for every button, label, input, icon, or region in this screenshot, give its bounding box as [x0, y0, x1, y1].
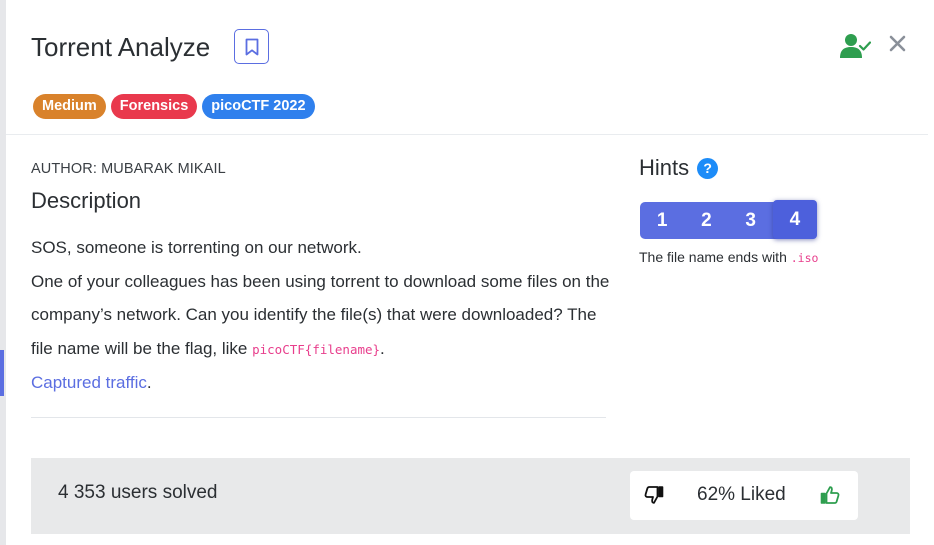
users-solved-count: 4 353 users solved	[58, 482, 218, 503]
link-punctuation: .	[146, 373, 152, 392]
question-circle-icon[interactable]: ?	[697, 157, 719, 179]
stats-panel: 4 353 users solved 62% Liked	[31, 458, 910, 534]
hint-tab-1[interactable]: 1	[640, 202, 684, 239]
description-body: SOS, someone is torrenting on our networ…	[31, 231, 621, 400]
category-tag[interactable]: Forensics	[110, 94, 198, 119]
hint-tab-3[interactable]: 3	[729, 202, 773, 239]
description-divider	[31, 417, 606, 418]
event-tag[interactable]: picoCTF 2022	[202, 94, 315, 119]
backdrop-selected-indicator	[0, 350, 4, 396]
captured-traffic-link[interactable]: Captured traffic	[31, 373, 147, 392]
like-percentage: 62% Liked	[697, 484, 786, 505]
author-label: AUTHOR: MUBARAK MIKAIL	[31, 161, 226, 177]
thumbs-down-icon[interactable]	[644, 485, 664, 505]
challenge-tags: Medium Forensics picoCTF 2022	[33, 94, 315, 119]
bookmark-button[interactable]	[234, 29, 269, 64]
captured-traffic-line: Captured traffic.	[31, 366, 621, 400]
bookmark-icon	[245, 38, 258, 55]
hint-tab-2[interactable]: 2	[684, 202, 728, 239]
hint-text: The file name ends with	[639, 249, 791, 265]
hints-title: Hints	[639, 155, 690, 180]
hint-tabs: 1 2 3 4	[640, 200, 817, 239]
user-check-icon[interactable]	[839, 33, 871, 59]
like-box: 62% Liked	[630, 471, 858, 520]
description-line: SOS, someone is torrenting on our networ…	[31, 238, 362, 257]
description-heading: Description	[31, 188, 142, 213]
hint-content: The file name ends with .iso	[639, 249, 818, 265]
header-divider	[6, 134, 928, 135]
difficulty-tag[interactable]: Medium	[33, 94, 106, 119]
challenge-modal: Torrent Analyze Medium Forensics picoCTF…	[6, 0, 934, 545]
description-punctuation: .	[380, 338, 385, 358]
hint-tab-4[interactable]: 4	[772, 200, 817, 239]
description-paragraph: One of your colleagues has been using to…	[31, 265, 621, 367]
flag-format-code: picoCTF{filename}	[252, 341, 381, 357]
hints-heading: Hints ?	[639, 155, 719, 181]
hint-code: .iso	[790, 251, 819, 265]
thumbs-up-icon[interactable]	[820, 485, 840, 505]
close-icon[interactable]	[889, 35, 906, 52]
challenge-title: Torrent Analyze	[31, 32, 211, 62]
